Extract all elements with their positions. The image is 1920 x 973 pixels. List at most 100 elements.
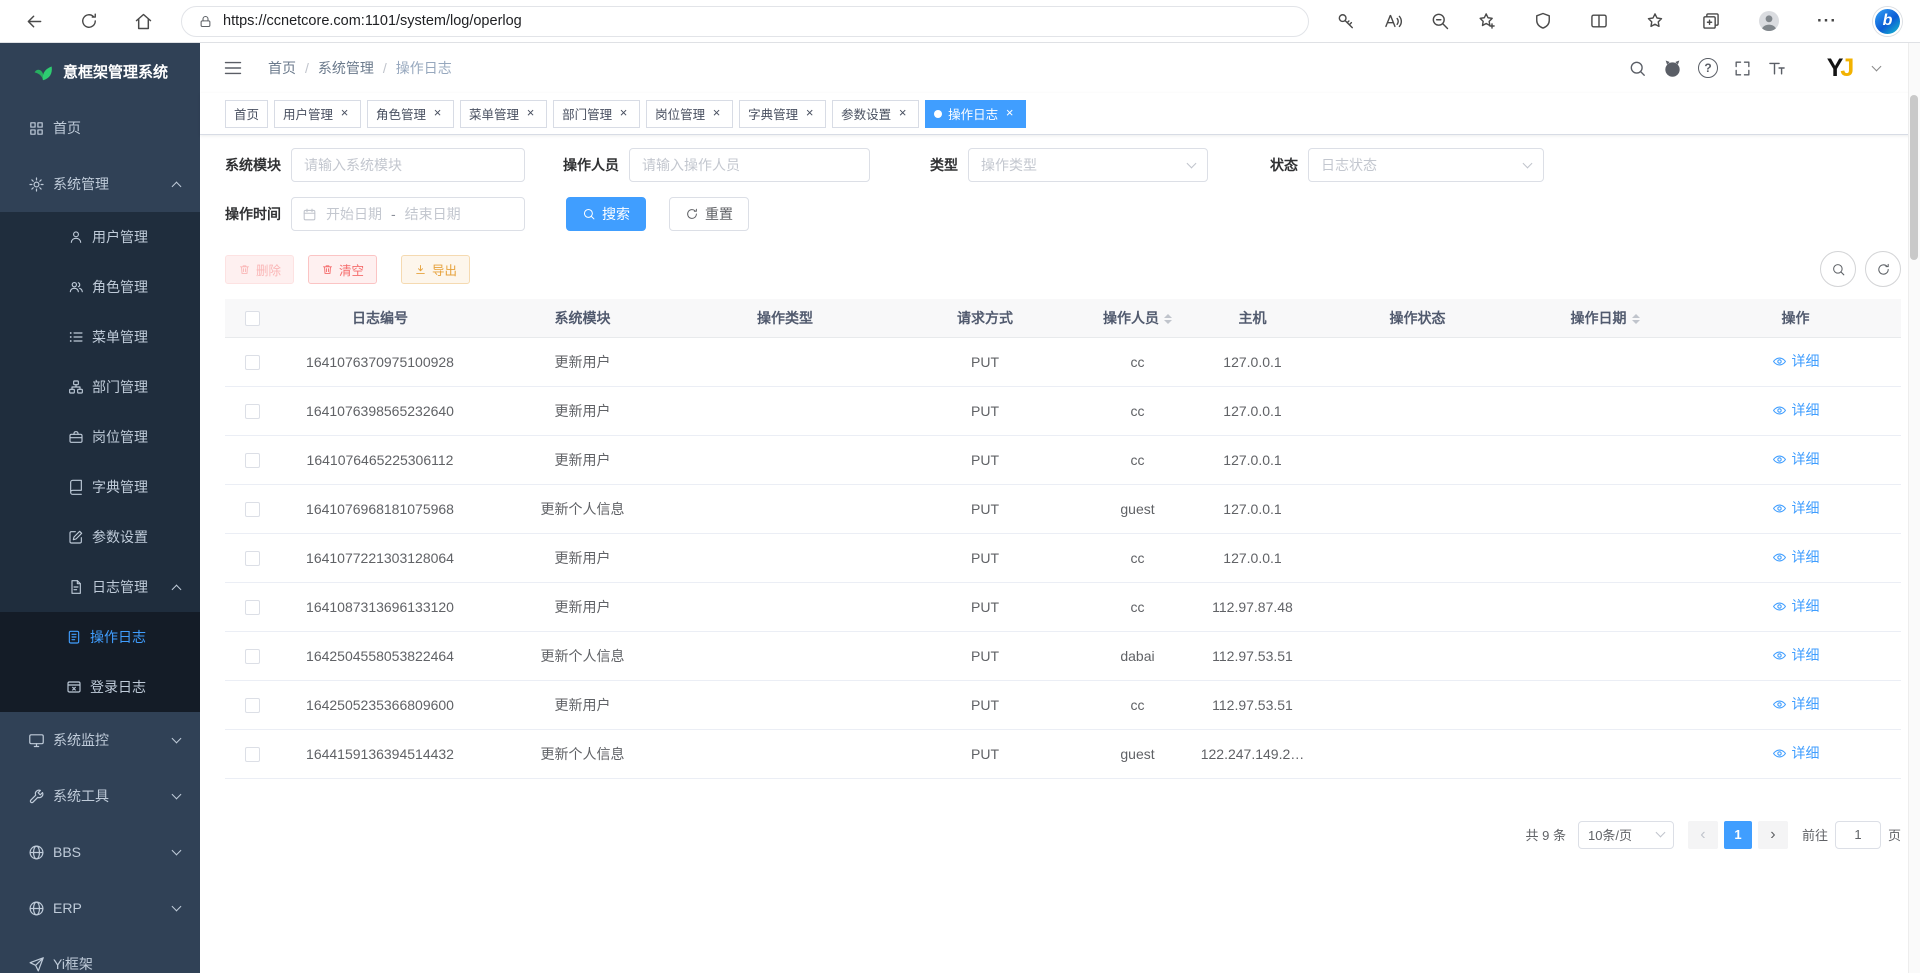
tab-user-management[interactable]: 用户管理× xyxy=(274,100,361,128)
sidebar-item-roles[interactable]: 角色管理 xyxy=(0,262,200,312)
tab-home[interactable]: 首页 xyxy=(225,100,268,128)
sidebar-item-login-log[interactable]: 登录日志 xyxy=(0,662,200,712)
sidebar-item-menus[interactable]: 菜单管理 xyxy=(0,312,200,362)
address-bar[interactable]: https://ccnetcore.com:1101/system/log/op… xyxy=(181,6,1309,37)
browser-home-icon[interactable] xyxy=(133,11,154,32)
github-icon[interactable] xyxy=(1662,58,1683,79)
close-icon[interactable]: × xyxy=(337,106,352,121)
row-checkbox[interactable] xyxy=(245,698,260,713)
next-page-button[interactable]: › xyxy=(1758,821,1788,849)
detail-link[interactable]: 详细 xyxy=(1772,547,1820,567)
scrollbar-thumb[interactable] xyxy=(1910,95,1918,260)
sort-carets-icon[interactable] xyxy=(1164,310,1172,328)
sidebar-item-dictionary[interactable]: 字典管理 xyxy=(0,462,200,512)
sidebar-item-tools[interactable]: 系统工具 xyxy=(0,768,200,824)
detail-link[interactable]: 详细 xyxy=(1772,449,1820,469)
module-input[interactable] xyxy=(291,148,525,182)
favorites-star-icon[interactable] xyxy=(1645,11,1665,31)
toggle-search-button[interactable] xyxy=(1820,251,1856,287)
close-icon[interactable]: × xyxy=(523,106,538,121)
detail-link[interactable]: 详细 xyxy=(1772,645,1820,665)
close-icon[interactable]: × xyxy=(616,106,631,121)
refresh-table-button[interactable] xyxy=(1865,251,1901,287)
saved-password-key-icon[interactable] xyxy=(1336,11,1356,31)
close-icon[interactable]: × xyxy=(430,106,445,121)
col-operator[interactable]: 操作人员 xyxy=(1085,299,1190,337)
goto-page-input[interactable] xyxy=(1835,821,1881,849)
export-button[interactable]: 导出 xyxy=(401,255,470,284)
tab-operation-log[interactable]: 操作日志× xyxy=(925,100,1026,128)
status-select[interactable]: 日志状态 xyxy=(1308,148,1544,182)
collections-icon[interactable] xyxy=(1701,11,1721,31)
browser-refresh-icon[interactable] xyxy=(79,11,99,31)
select-all-checkbox[interactable] xyxy=(245,311,260,326)
tab-menu-management[interactable]: 菜单管理× xyxy=(460,100,547,128)
shield-icon[interactable] xyxy=(1533,11,1553,31)
sidebar-item-yi-framework[interactable]: Yi框架 xyxy=(0,936,200,973)
tab-dict-management[interactable]: 字典管理× xyxy=(739,100,826,128)
search-button[interactable]: 搜索 xyxy=(566,197,646,231)
current-page-button[interactable]: 1 xyxy=(1724,821,1752,849)
sidebar-item-system[interactable]: 系统管理 xyxy=(0,156,200,212)
tab-role-management[interactable]: 角色管理× xyxy=(367,100,454,128)
font-size-icon[interactable] xyxy=(1767,58,1787,78)
split-screen-icon[interactable] xyxy=(1589,11,1609,31)
row-checkbox[interactable] xyxy=(245,355,260,370)
sidebar-item-monitoring[interactable]: 系统监控 xyxy=(0,712,200,768)
add-favorite-star-icon[interactable] xyxy=(1477,11,1497,31)
avatar-caret-icon[interactable] xyxy=(1872,61,1882,71)
close-icon[interactable]: × xyxy=(1002,106,1017,121)
sidebar-item-parameters[interactable]: 参数设置 xyxy=(0,512,200,562)
sidebar-item-operation-log[interactable]: 操作日志 xyxy=(0,612,200,662)
row-checkbox[interactable] xyxy=(245,502,260,517)
bing-icon[interactable]: b xyxy=(1873,7,1902,36)
tab-parameter-settings[interactable]: 参数设置× xyxy=(832,100,919,128)
prev-page-button[interactable]: ‹ xyxy=(1688,821,1718,849)
col-date[interactable]: 操作日期 xyxy=(1520,299,1690,337)
detail-link[interactable]: 详细 xyxy=(1772,694,1820,714)
profile-avatar[interactable] xyxy=(1757,9,1781,33)
sidebar-item-users[interactable]: 用户管理 xyxy=(0,212,200,262)
clear-button[interactable]: 清空 xyxy=(308,255,377,284)
row-checkbox[interactable] xyxy=(245,747,260,762)
row-checkbox[interactable] xyxy=(245,551,260,566)
detail-link[interactable]: 详细 xyxy=(1772,400,1820,420)
page-size-select[interactable]: 10条/页 xyxy=(1578,821,1674,849)
sidebar-item-log-management[interactable]: 日志管理 xyxy=(0,562,200,612)
detail-link[interactable]: 详细 xyxy=(1772,498,1820,518)
scrollbar[interactable] xyxy=(1908,43,1920,973)
breadcrumb-system[interactable]: 系统管理 xyxy=(318,58,374,78)
detail-link[interactable]: 详细 xyxy=(1772,351,1820,371)
delete-button[interactable]: 删除 xyxy=(225,255,294,284)
reset-button[interactable]: 重置 xyxy=(669,197,749,231)
breadcrumb-home[interactable]: 首页 xyxy=(268,58,296,78)
browser-menu-dots-icon[interactable]: ··· xyxy=(1817,11,1837,31)
row-checkbox[interactable] xyxy=(245,600,260,615)
help-icon[interactable]: ? xyxy=(1698,58,1718,78)
sidebar-item-departments[interactable]: 部门管理 xyxy=(0,362,200,412)
site-lock-icon[interactable] xyxy=(198,14,213,29)
sidebar-item-erp[interactable]: ERP xyxy=(0,880,200,936)
operator-input[interactable] xyxy=(629,148,870,182)
type-select[interactable]: 操作类型 xyxy=(968,148,1208,182)
row-checkbox[interactable] xyxy=(245,649,260,664)
sidebar-item-bbs[interactable]: BBS xyxy=(0,824,200,880)
sidebar-item-home[interactable]: 首页 xyxy=(0,100,200,156)
detail-link[interactable]: 详细 xyxy=(1772,596,1820,616)
close-icon[interactable]: × xyxy=(895,106,910,121)
user-avatar-logo[interactable]: YJ xyxy=(1820,49,1858,87)
date-range-picker[interactable]: 开始日期 - 结束日期 xyxy=(291,197,525,231)
row-checkbox[interactable] xyxy=(245,404,260,419)
close-icon[interactable]: × xyxy=(709,106,724,121)
tab-department-management[interactable]: 部门管理× xyxy=(553,100,640,128)
header-search-icon[interactable] xyxy=(1628,59,1647,78)
hamburger-icon[interactable] xyxy=(223,58,243,78)
row-checkbox[interactable] xyxy=(245,453,260,468)
sidebar-item-posts[interactable]: 岗位管理 xyxy=(0,412,200,462)
read-aloud-icon[interactable] xyxy=(1383,11,1403,31)
close-icon[interactable]: × xyxy=(802,106,817,121)
browser-back-icon[interactable] xyxy=(24,11,45,32)
tab-post-management[interactable]: 岗位管理× xyxy=(646,100,733,128)
zoom-out-icon[interactable] xyxy=(1430,11,1450,31)
sort-carets-icon[interactable] xyxy=(1632,310,1640,328)
